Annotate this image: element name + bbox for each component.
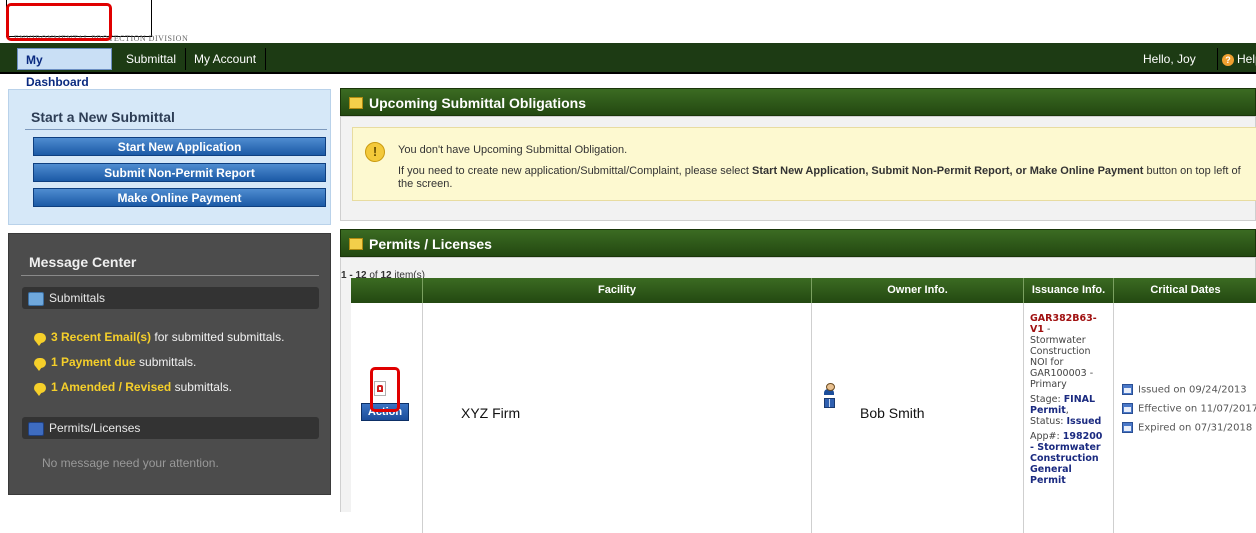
tab-submittal[interactable]: Submittal	[118, 48, 186, 70]
table-row-owner-cell: Bob Smith	[812, 303, 1024, 533]
contact-book-icon[interactable]	[824, 398, 835, 408]
calendar-icon	[1122, 403, 1133, 414]
user-greeting[interactable]: Hello, Joy	[1143, 48, 1196, 70]
message-bubble-icon	[34, 332, 46, 346]
help-icon: ?	[1222, 53, 1234, 66]
divider	[21, 275, 319, 276]
message-recent-emails[interactable]: 3 Recent Email(s) for submitted submitta…	[34, 330, 284, 346]
message-payment-due[interactable]: 1 Payment due submittals.	[34, 355, 196, 371]
submit-non-permit-report-button[interactable]: Submit Non-Permit Report	[33, 163, 326, 182]
divider	[25, 129, 327, 130]
table-row-dates-cell: Issued on 09/24/2013 Effective on 11/07/…	[1114, 303, 1256, 533]
table-row-action-cell: Action	[351, 303, 423, 533]
effective-date: Effective on 11/07/2017	[1122, 403, 1256, 415]
submittals-section-bar[interactable]: Submittals	[22, 287, 319, 309]
folder-icon	[349, 97, 363, 110]
annotation-highlight-pdf	[370, 367, 400, 412]
obligations-alert: ! You don't have Upcoming Submittal Obli…	[352, 127, 1256, 201]
issued-date: Issued on 09/24/2013	[1122, 384, 1247, 396]
message-center-panel: Message Center Submittals 3 Recent Email…	[8, 233, 331, 495]
message-bubble-icon	[34, 382, 46, 396]
obligations-title: Upcoming Submittal Obligations	[369, 95, 586, 111]
tab-my-account[interactable]: My Account	[186, 48, 266, 70]
permits-title: Permits / Licenses	[369, 236, 492, 252]
expired-date: Expired on 07/31/2018	[1122, 422, 1252, 434]
submittals-label: Submittals	[49, 291, 106, 305]
person-icon[interactable]	[824, 383, 835, 395]
permit-id-link[interactable]: GAR382B63-V1	[1030, 313, 1097, 335]
issuance-info: GAR382B63-V1 - Stormwater Construction N…	[1030, 313, 1103, 486]
make-online-payment-button[interactable]: Make Online Payment	[33, 188, 326, 207]
message-center-title: Message Center	[29, 254, 137, 270]
col-action	[351, 278, 423, 303]
message-bubble-icon	[34, 357, 46, 371]
obligations-message: You don't have Upcoming Submittal Obliga…	[398, 144, 628, 156]
col-issuance-info[interactable]: Issuance Info.	[1024, 278, 1114, 303]
obligations-instruction: If you need to create new application/Su…	[398, 165, 1241, 190]
start-submittal-panel: Start a New Submittal Start New Applicat…	[8, 89, 331, 225]
permits-empty-message: No message need your attention.	[42, 456, 219, 470]
start-submittal-title: Start a New Submittal	[31, 109, 175, 125]
help-label: Help	[1237, 52, 1256, 66]
tab-my-dashboard[interactable]: My Dashboard	[17, 48, 112, 89]
facility-name: XYZ Firm	[461, 405, 521, 421]
submittals-icon	[28, 291, 44, 306]
annotation-highlight-logo	[6, 3, 112, 41]
permits-licenses-label: Permits/Licenses	[49, 421, 141, 435]
permits-section-bar[interactable]: Permits/Licenses	[22, 417, 319, 439]
owner-name: Bob Smith	[860, 405, 925, 421]
folder-icon	[349, 238, 363, 251]
start-new-application-button[interactable]: Start New Application	[33, 137, 326, 156]
table-row-facility-cell: XYZ Firm	[423, 303, 812, 533]
obligations-body: ! You don't have Upcoming Submittal Obli…	[340, 116, 1256, 221]
permits-licenses-icon	[28, 421, 44, 436]
table-row-issuance-cell: GAR382B63-V1 - Stormwater Construction N…	[1024, 303, 1114, 533]
calendar-icon	[1122, 384, 1133, 395]
warning-icon: !	[365, 142, 385, 162]
col-facility[interactable]: Facility	[423, 278, 812, 303]
obligations-header: Upcoming Submittal Obligations	[340, 88, 1256, 116]
col-owner-info[interactable]: Owner Info.	[812, 278, 1024, 303]
col-critical-dates[interactable]: Critical Dates	[1114, 278, 1256, 303]
permits-header: Permits / Licenses	[340, 229, 1256, 257]
main-nav: My Dashboard Submittal My Account Hello,…	[0, 43, 1256, 89]
permits-body: 1 - 12 of 12 item(s) Facility Owner Info…	[340, 257, 1256, 533]
calendar-icon	[1122, 422, 1133, 433]
message-amended-revised[interactable]: 1 Amended / Revised submittals.	[34, 380, 232, 396]
help-link[interactable]: ?Help	[1217, 48, 1256, 70]
